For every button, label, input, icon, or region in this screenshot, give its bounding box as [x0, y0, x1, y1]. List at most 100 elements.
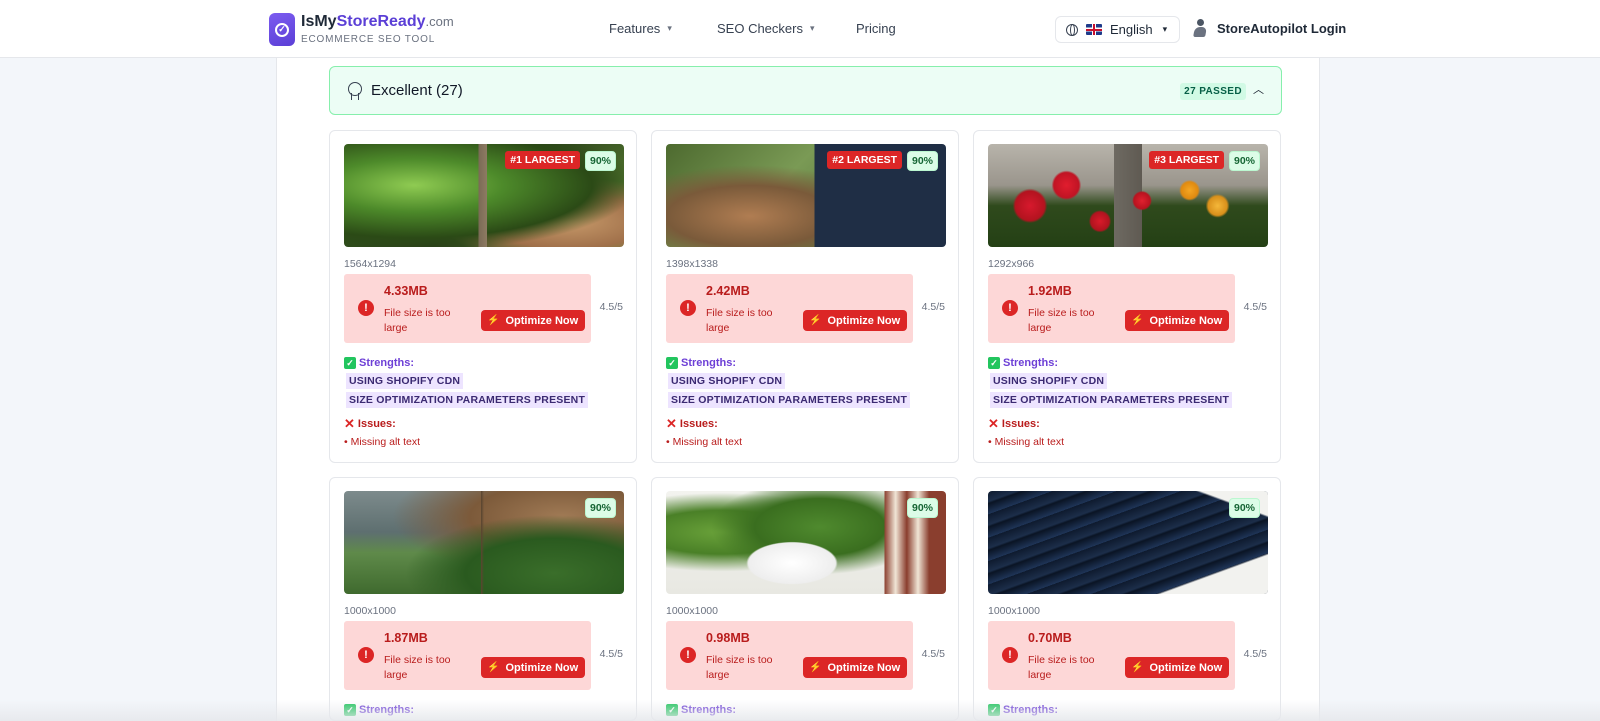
strengths-heading: ✓Strengths: — [988, 357, 1058, 369]
image-card: 90% 1000x1000 ! 0.70MB File size is too … — [973, 477, 1281, 721]
product-image[interactable]: #1 LARGEST 90% — [344, 144, 624, 247]
file-size-alert: ! 1.87MB File size is too large ⚡ Optimiz… — [344, 621, 591, 690]
issues-heading: ✕ Issues: — [344, 416, 396, 432]
strength-tag: USING SHOPIFY CDN — [668, 373, 786, 389]
strength-tag: SIZE OPTIMIZATION PARAMETERS PRESENT — [990, 392, 1233, 408]
login-link[interactable]: StoreAutopilot Login — [1194, 19, 1346, 37]
chevron-down-icon: ▾ — [809, 23, 815, 33]
score-badge: 90% — [584, 151, 616, 171]
optimize-now-button[interactable]: ⚡ Optimize Now — [481, 657, 586, 678]
strengths-heading: ✓Strengths: — [344, 357, 414, 369]
nav-pricing-label: Pricing — [856, 21, 896, 36]
rank-badge: #2 LARGEST — [827, 151, 902, 169]
excellent-section-header[interactable]: Excellent (27) 27 PASSED ︿ — [329, 66, 1282, 115]
optimize-now-button[interactable]: ⚡ Optimize Now — [1125, 310, 1230, 331]
product-image[interactable]: 90% — [666, 491, 946, 594]
strengths-heading: ✓Strengths: — [666, 357, 736, 369]
file-size-alert: ! 1.92MB File size is too large ⚡ Optimiz… — [988, 274, 1235, 343]
alert-message: File size is too large — [384, 307, 451, 334]
check-icon: ✓ — [344, 357, 356, 369]
issues-label: Issues: — [679, 418, 718, 430]
logo-check-icon: ✓ — [269, 13, 295, 46]
file-size: 1.92MB — [1028, 284, 1072, 298]
alert-icon: ! — [680, 647, 696, 663]
score-badge: 90% — [1228, 498, 1260, 518]
alert-message: File size is too large — [706, 307, 773, 334]
site-logo[interactable]: ✓ IsMyStoreReady.com ECOMMERCE SEO TOOL — [269, 13, 454, 46]
strengths-label: Strengths: — [359, 357, 414, 369]
rating: 4.5/5 — [1243, 301, 1267, 313]
product-image[interactable]: #3 LARGEST 90% — [988, 144, 1268, 247]
score-badge: 90% — [906, 151, 938, 171]
product-image[interactable]: 90% — [988, 491, 1268, 594]
bolt-icon: ⚡ — [809, 662, 822, 673]
strengths-label: Strengths: — [681, 357, 736, 369]
section-title: Excellent (27) — [371, 82, 463, 99]
issues-label: Issues: — [357, 418, 396, 430]
chevron-up-icon[interactable]: ︿ — [1253, 81, 1264, 97]
image-dimensions: 1000x1000 — [988, 605, 1040, 617]
check-icon: ✓ — [988, 357, 1000, 369]
file-size: 2.42MB — [706, 284, 750, 298]
issue-item: • Missing alt text — [988, 436, 1065, 448]
language-label: English — [1110, 22, 1153, 37]
product-image[interactable]: #2 LARGEST 90% — [666, 144, 946, 247]
alert-message: File size is too large — [706, 654, 773, 681]
strength-tag: SIZE OPTIMIZATION PARAMETERS PRESENT — [346, 392, 589, 408]
optimize-now-button[interactable]: ⚡ Optimize Now — [803, 310, 908, 331]
nav-features[interactable]: Features ▾ — [609, 21, 672, 36]
optimize-now-button[interactable]: ⚡ Optimize Now — [1125, 657, 1230, 678]
user-icon — [1194, 19, 1208, 37]
nav-features-label: Features — [609, 21, 661, 36]
x-icon: ✕ — [988, 416, 999, 431]
image-background — [988, 491, 1268, 594]
optimize-label: Optimize Now — [827, 661, 901, 674]
optimize-now-button[interactable]: ⚡ Optimize Now — [803, 657, 908, 678]
alert-message: File size is too large — [1028, 307, 1095, 334]
chevron-down-icon: ▾ — [1162, 24, 1168, 34]
logo-subtitle: ECOMMERCE SEO TOOL — [301, 34, 436, 45]
scroll-fade — [0, 700, 1600, 721]
image-card: 90% 1000x1000 ! 0.98MB File size is too … — [651, 477, 959, 721]
file-size: 1.87MB — [384, 631, 428, 645]
optimize-now-button[interactable]: ⚡ Optimize Now — [481, 310, 586, 331]
passed-badge: 27 PASSED — [1180, 83, 1246, 100]
strengths-label: Strengths: — [1003, 357, 1058, 369]
strength-tag: USING SHOPIFY CDN — [346, 373, 464, 389]
nav-seo-checkers[interactable]: SEO Checkers ▾ — [717, 21, 815, 36]
check-icon: ✓ — [666, 357, 678, 369]
alert-icon: ! — [680, 300, 696, 316]
rating: 4.5/5 — [599, 301, 623, 313]
score-badge: 90% — [1228, 151, 1260, 171]
bolt-icon: ⚡ — [487, 662, 500, 673]
award-icon — [348, 82, 362, 100]
image-card: #1 LARGEST 90% 1564x1294 ! 4.33MB File s… — [329, 130, 637, 463]
rank-badge: #3 LARGEST — [1149, 151, 1224, 169]
image-card: 90% 1000x1000 ! 1.87MB File size is too … — [329, 477, 637, 721]
issues-label: Issues: — [1001, 418, 1040, 430]
globe-icon — [1066, 23, 1078, 36]
nav-pricing[interactable]: Pricing — [856, 21, 896, 36]
language-selector[interactable]: English ▾ — [1055, 16, 1180, 43]
product-image[interactable]: 90% — [344, 491, 624, 594]
site-header: ✓ IsMyStoreReady.com ECOMMERCE SEO TOOL … — [0, 0, 1600, 58]
chevron-down-icon: ▾ — [667, 23, 672, 33]
file-size-alert: ! 0.98MB File size is too large ⚡ Optimiz… — [666, 621, 913, 690]
image-dimensions: 1398x1338 — [666, 258, 718, 270]
file-size-alert: ! 0.70MB File size is too large ⚡ Optimiz… — [988, 621, 1235, 690]
image-card: #3 LARGEST 90% 1292x966 ! 1.92MB File si… — [973, 130, 1281, 463]
file-size-alert: ! 4.33MB File size is too large ⚡ Optimiz… — [344, 274, 591, 343]
optimize-label: Optimize Now — [505, 661, 579, 674]
optimize-label: Optimize Now — [1149, 314, 1223, 327]
alert-icon: ! — [358, 300, 374, 316]
alert-icon: ! — [358, 647, 374, 663]
alert-message: File size is too large — [1028, 654, 1095, 681]
issue-item: • Missing alt text — [666, 436, 743, 448]
image-dimensions: 1292x966 — [988, 258, 1035, 270]
issues-heading: ✕ Issues: — [988, 416, 1040, 432]
file-size: 0.98MB — [706, 631, 750, 645]
image-dimensions: 1000x1000 — [666, 605, 718, 617]
optimize-label: Optimize Now — [827, 314, 901, 327]
uk-flag-icon — [1086, 24, 1102, 35]
strength-tag: SIZE OPTIMIZATION PARAMETERS PRESENT — [668, 392, 911, 408]
